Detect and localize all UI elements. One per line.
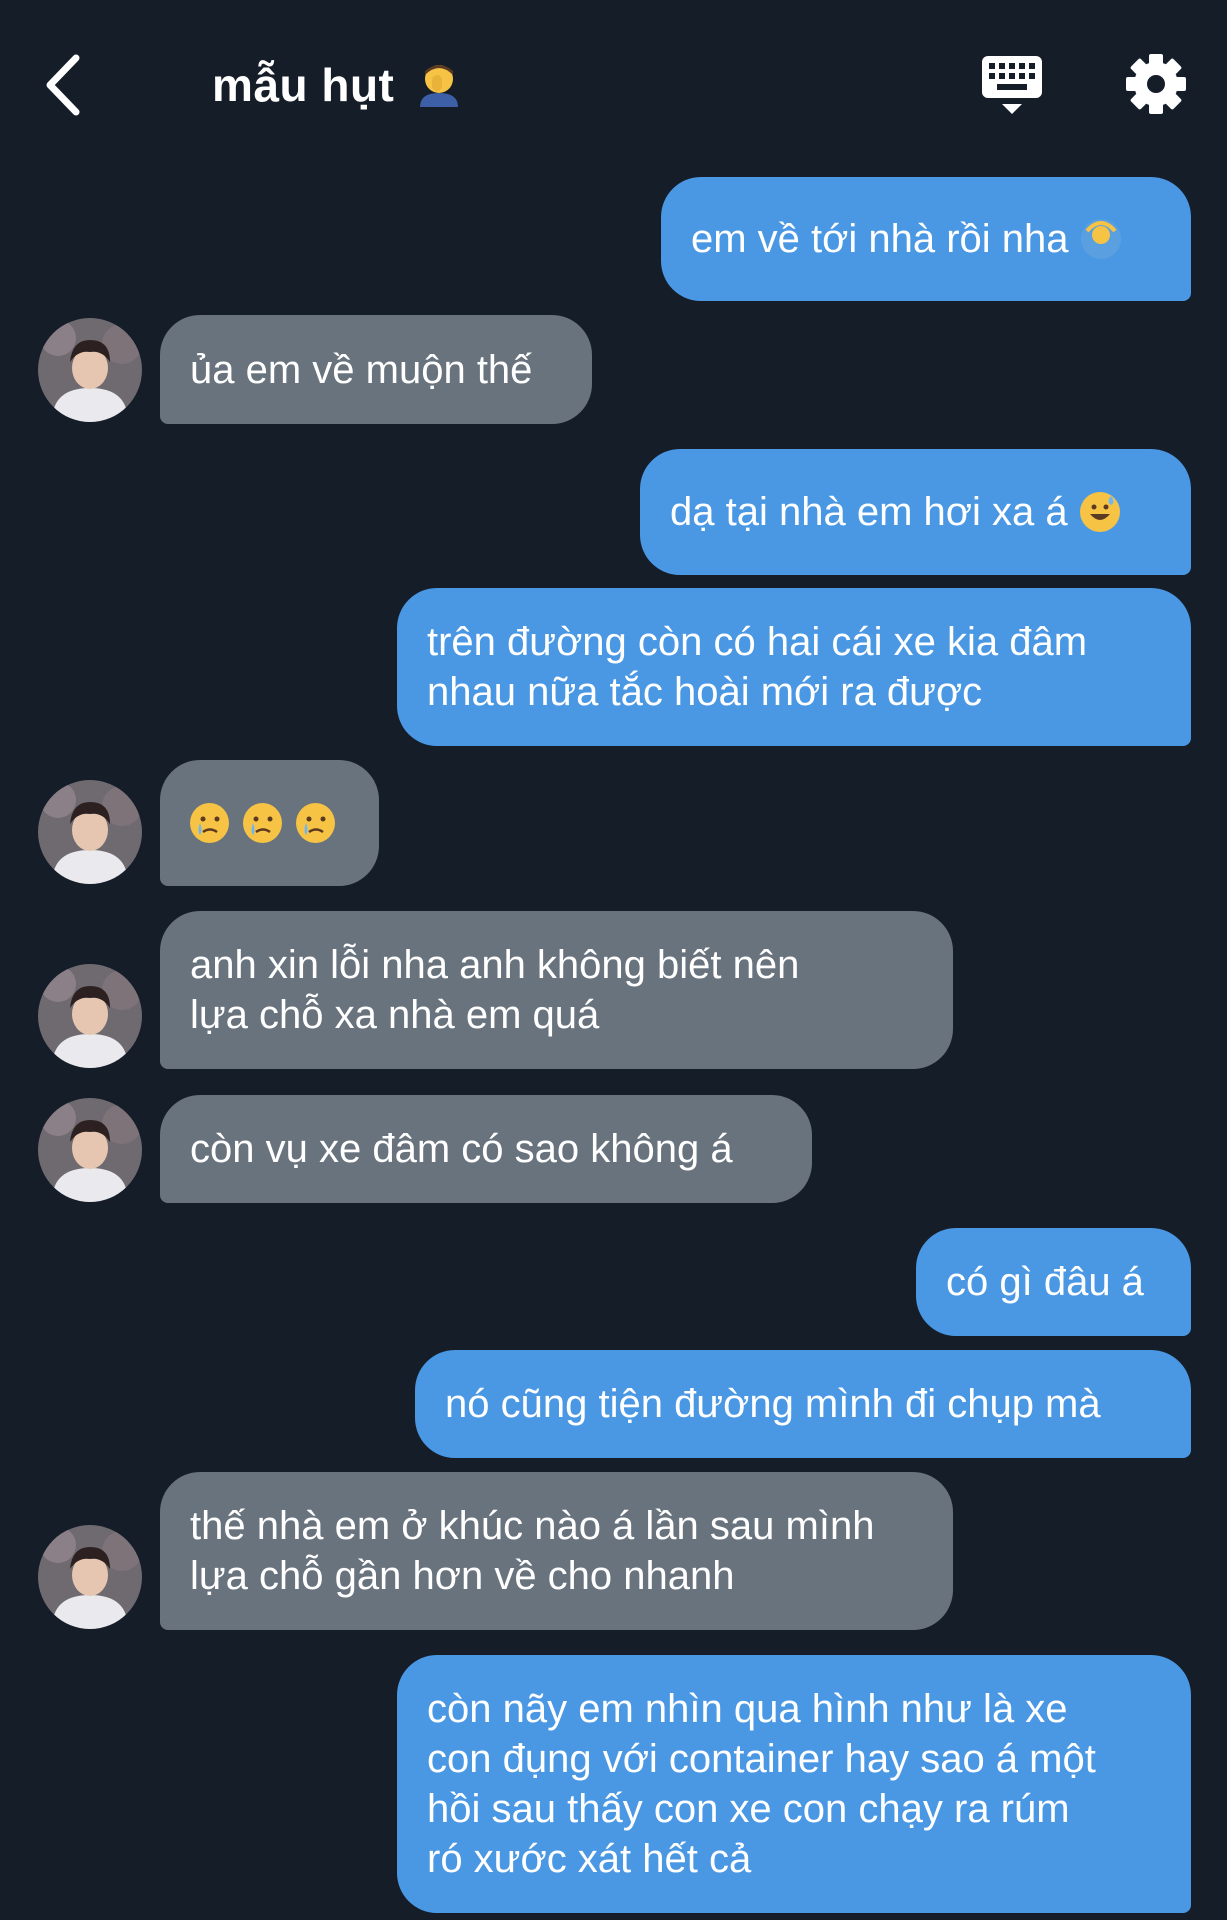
message-bubble-sent[interactable]: còn nãy em nhìn qua hình như là xe con đ… — [397, 1655, 1191, 1913]
keyboard-icon — [982, 56, 1042, 114]
message-text: trên đường còn có hai cái xe kia đâm nha… — [427, 620, 1088, 714]
message-bubble-sent[interactable]: nó cũng tiện đường mình đi chụp mà — [415, 1350, 1191, 1458]
message-bubble-received[interactable] — [160, 760, 379, 886]
chat-header: mẫu hụt — [0, 0, 1227, 170]
message-text: thế nhà em ở khúc nào á lần sau mình lựa… — [190, 1504, 875, 1598]
contact-photo — [38, 964, 142, 1068]
message-bubble-received[interactable]: còn vụ xe đâm có sao không á — [160, 1095, 812, 1203]
message-text: ủa em về muộn thế — [190, 347, 533, 392]
man-facepalming-emoji-icon — [419, 65, 458, 107]
avatar[interactable] — [38, 1525, 142, 1629]
message-text: có gì đâu á — [946, 1260, 1144, 1304]
contact-photo — [38, 1525, 142, 1629]
message-text: anh xin lỗi nha anh không biết nên lựa c… — [190, 943, 800, 1037]
message-bubble-sent[interactable]: em về tới nhà rồi nha — [661, 177, 1191, 301]
message-text: em về tới nhà rồi nha — [691, 217, 1069, 261]
crying-face-emoji-icon — [190, 803, 229, 843]
keyboard-button[interactable] — [980, 52, 1044, 118]
contact-photo — [38, 318, 142, 422]
message-bubble-sent[interactable]: có gì đâu á — [916, 1228, 1191, 1336]
message-bubble-received[interactable]: anh xin lỗi nha anh không biết nên lựa c… — [160, 911, 953, 1069]
message-bubble-sent[interactable]: trên đường còn có hai cái xe kia đâm nha… — [397, 588, 1191, 746]
avatar[interactable] — [38, 964, 142, 1068]
grinning-sweat-emoji-icon — [1079, 492, 1120, 532]
message-bubble-received[interactable]: ủa em về muộn thế — [160, 315, 592, 424]
crying-face-emoji-icon — [243, 803, 282, 843]
back-button[interactable] — [40, 50, 90, 120]
avatar[interactable] — [38, 1098, 142, 1202]
chat-title-text: mẫu hụt — [212, 59, 395, 111]
contact-photo — [38, 780, 142, 884]
message-text: còn vụ xe đâm có sao không á — [190, 1127, 733, 1171]
chevron-left-icon — [46, 54, 80, 116]
message-text: nó cũng tiện đường mình đi chụp mà — [445, 1382, 1101, 1426]
message-bubble-sent[interactable]: dạ tại nhà em hơi xa á — [640, 449, 1191, 575]
chat-title[interactable]: mẫu hụt — [212, 58, 462, 112]
gear-icon — [1126, 54, 1186, 114]
settings-button[interactable] — [1124, 52, 1188, 116]
avatar[interactable] — [38, 780, 142, 884]
message-text: còn nãy em nhìn qua hình như là xe con đ… — [427, 1687, 1096, 1881]
message-bubble-received[interactable]: thế nhà em ở khúc nào á lần sau mình lựa… — [160, 1472, 953, 1630]
contact-photo — [38, 1098, 142, 1202]
crying-face-emoji-icon — [296, 803, 335, 843]
woman-gesturing-ok-emoji-icon — [1080, 219, 1121, 259]
message-text: dạ tại nhà em hơi xa á — [670, 490, 1068, 534]
avatar[interactable] — [38, 318, 142, 422]
